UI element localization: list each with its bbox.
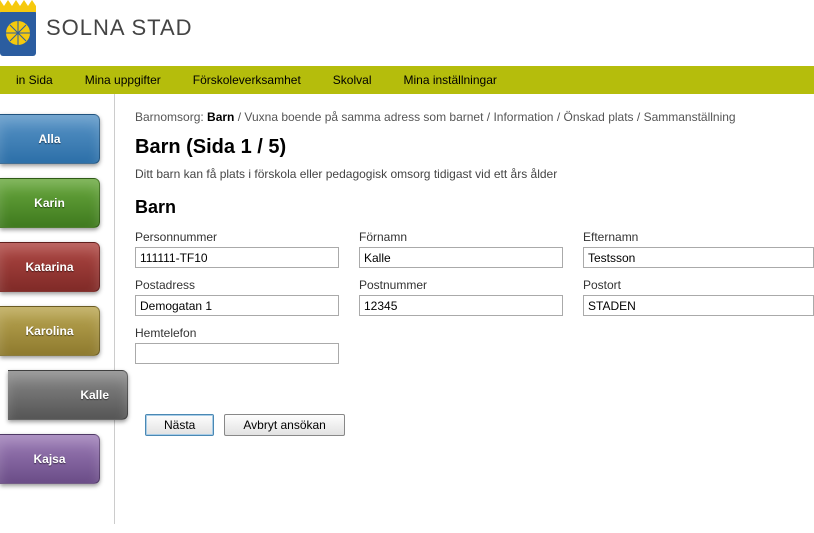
cancel-button[interactable]: Avbryt ansökan <box>224 414 345 436</box>
topnav-item-skolval[interactable]: Skolval <box>317 66 388 94</box>
breadcrumb-item[interactable]: Barn <box>207 110 234 124</box>
page-intro: Ditt barn kan få plats i förskola eller … <box>135 167 814 181</box>
site-header: SOLNA STAD <box>0 0 814 66</box>
sidebar-item-karin[interactable]: Karin <box>0 178 100 228</box>
breadcrumb: Barnomsorg: Barn / Vuxna boende på samma… <box>135 110 814 124</box>
breadcrumb-sep: / <box>637 110 644 124</box>
top-nav: in Sida Mina uppgifter Förskoleverksamhe… <box>0 66 814 94</box>
page-title: Barn (Sida 1 / 5) <box>135 136 814 159</box>
field-postnummer: Postnummer <box>359 278 563 316</box>
breadcrumb-prefix: Barnomsorg: <box>135 110 204 124</box>
sidebar-item-label: Karolina <box>25 324 73 338</box>
sidebar-item-alla[interactable]: Alla <box>0 114 100 164</box>
topnav-item-forskola[interactable]: Förskoleverksamhet <box>177 66 317 94</box>
breadcrumb-item[interactable]: Önskad plats <box>564 110 634 124</box>
site-name: SOLNA STAD <box>46 15 193 41</box>
field-postort: Postort <box>583 278 814 316</box>
field-hemtelefon: Hemtelefon <box>135 326 339 364</box>
sidebar: Alla Karin Katarina Karolina Kalle Kajsa <box>0 94 115 524</box>
input-fornamn[interactable] <box>359 247 563 268</box>
breadcrumb-item[interactable]: Information <box>493 110 553 124</box>
sidebar-item-label: Kalle <box>80 388 109 402</box>
input-postadress[interactable] <box>135 295 339 316</box>
sidebar-item-kajsa[interactable]: Kajsa <box>0 434 100 484</box>
input-postnummer[interactable] <box>359 295 563 316</box>
field-personnummer: Personnummer <box>135 230 339 268</box>
next-button[interactable]: Nästa <box>145 414 214 436</box>
sidebar-item-karolina[interactable]: Karolina <box>0 306 100 356</box>
breadcrumb-item[interactable]: Sammanställning <box>644 110 736 124</box>
topnav-item-installningar[interactable]: Mina inställningar <box>387 66 512 94</box>
field-efternamn: Efternamn <box>583 230 814 268</box>
input-hemtelefon[interactable] <box>135 343 339 364</box>
main-content: Barnomsorg: Barn / Vuxna boende på samma… <box>115 94 814 524</box>
breadcrumb-sep: / <box>557 110 564 124</box>
label-postadress: Postadress <box>135 278 339 292</box>
topnav-item-uppgifter[interactable]: Mina uppgifter <box>69 66 177 94</box>
input-postort[interactable] <box>583 295 814 316</box>
label-postnummer: Postnummer <box>359 278 563 292</box>
sidebar-item-kalle[interactable]: Kalle <box>8 370 128 420</box>
label-efternamn: Efternamn <box>583 230 814 244</box>
breadcrumb-item[interactable]: Vuxna boende på samma adress som barnet <box>244 110 483 124</box>
label-fornamn: Förnamn <box>359 230 563 244</box>
label-personnummer: Personnummer <box>135 230 339 244</box>
site-logo <box>0 0 36 56</box>
button-row: Nästa Avbryt ansökan <box>135 414 814 436</box>
sidebar-item-label: Karin <box>34 196 65 210</box>
field-postadress: Postadress <box>135 278 339 316</box>
section-title: Barn <box>135 197 814 218</box>
label-postort: Postort <box>583 278 814 292</box>
input-personnummer[interactable] <box>135 247 339 268</box>
input-efternamn[interactable] <box>583 247 814 268</box>
sidebar-item-label: Katarina <box>25 260 73 274</box>
sidebar-item-katarina[interactable]: Katarina <box>0 242 100 292</box>
topnav-item-sida[interactable]: in Sida <box>0 66 69 94</box>
label-hemtelefon: Hemtelefon <box>135 326 339 340</box>
sidebar-item-label: Alla <box>38 132 60 146</box>
sidebar-item-label: Kajsa <box>33 452 65 466</box>
field-fornamn: Förnamn <box>359 230 563 268</box>
